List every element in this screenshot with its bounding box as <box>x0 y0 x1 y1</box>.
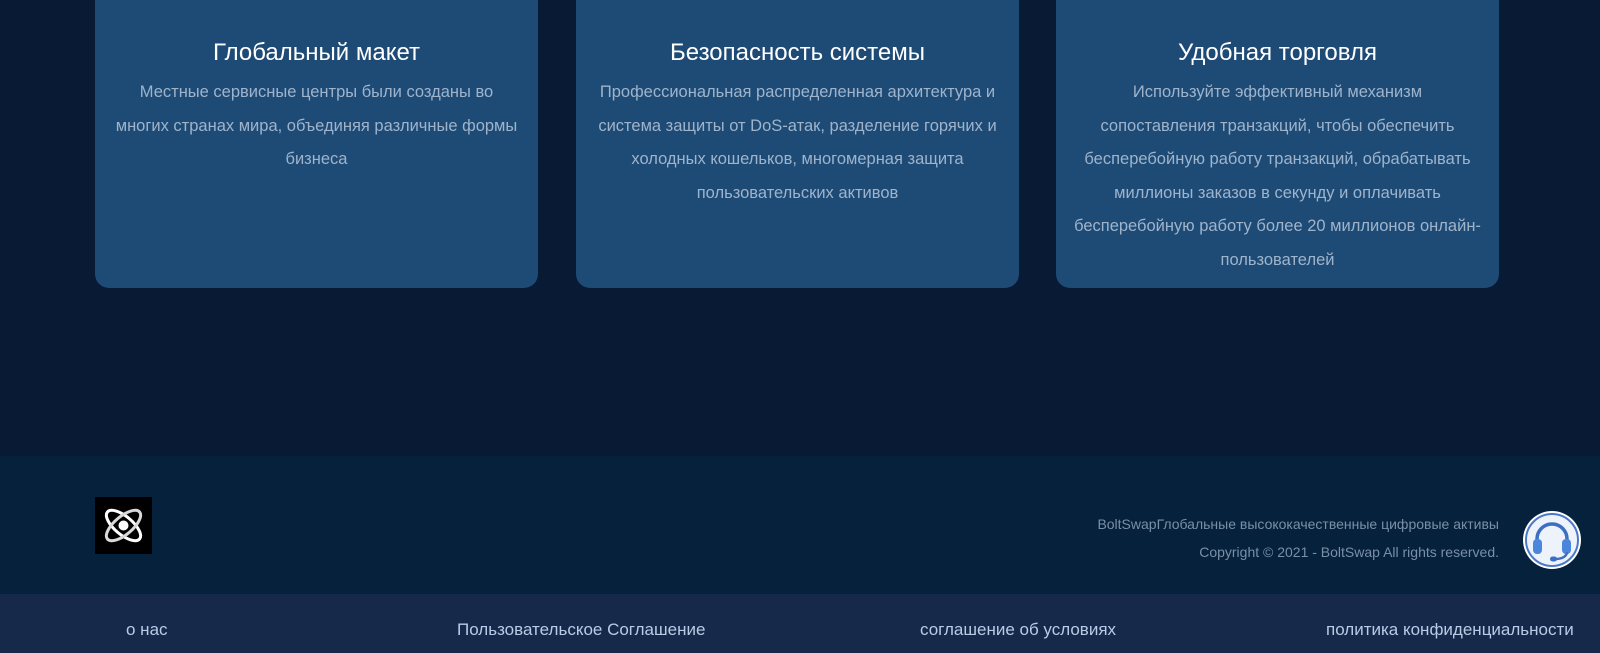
footer-info: BoltSwapГлобальные высококачественные ци… <box>1097 510 1499 566</box>
bottom-navigation: о нас Пользовательское Соглашение соглаш… <box>0 594 1600 653</box>
feature-description: Профессиональная распределенная архитект… <box>598 83 997 202</box>
feature-title: Глобальный макет <box>212 39 421 66</box>
feature-title: Удобная торговля <box>1178 39 1377 66</box>
features-section: Глобальный макет Местные сервисные центр… <box>95 0 1499 288</box>
feature-card-system-security: Безопасность системы Профессиональная ра… <box>576 0 1019 288</box>
headset-icon <box>1525 513 1579 567</box>
footer: BoltSwapГлобальные высококачественные ци… <box>0 456 1600 594</box>
feature-description: Используйте эффективный механизм сопоста… <box>1074 83 1481 269</box>
orbit-logo-icon[interactable] <box>95 497 152 554</box>
feature-card-convenient-trading: Удобная торговля Используйте эффективный… <box>1056 0 1499 288</box>
footer-tagline: BoltSwapГлобальные высококачественные ци… <box>1097 516 1499 532</box>
nav-link-user-agreement[interactable]: Пользовательское Соглашение <box>457 620 705 640</box>
feature-title: Безопасность системы <box>670 39 925 66</box>
nav-link-terms[interactable]: соглашение об условиях <box>920 620 1116 640</box>
support-chat-button[interactable] <box>1523 511 1581 569</box>
feature-card-global-layout: Глобальный макет Местные сервисные центр… <box>95 0 538 288</box>
footer-copyright: Copyright © 2021 - BoltSwap All rights r… <box>1199 544 1499 560</box>
nav-link-privacy-policy[interactable]: политика конфиденциальности <box>1326 620 1574 640</box>
feature-description: Местные сервисные центры были созданы во… <box>115 83 518 168</box>
page: Глобальный макет Местные сервисные центр… <box>0 0 1600 653</box>
nav-link-about[interactable]: о нас <box>126 620 168 640</box>
